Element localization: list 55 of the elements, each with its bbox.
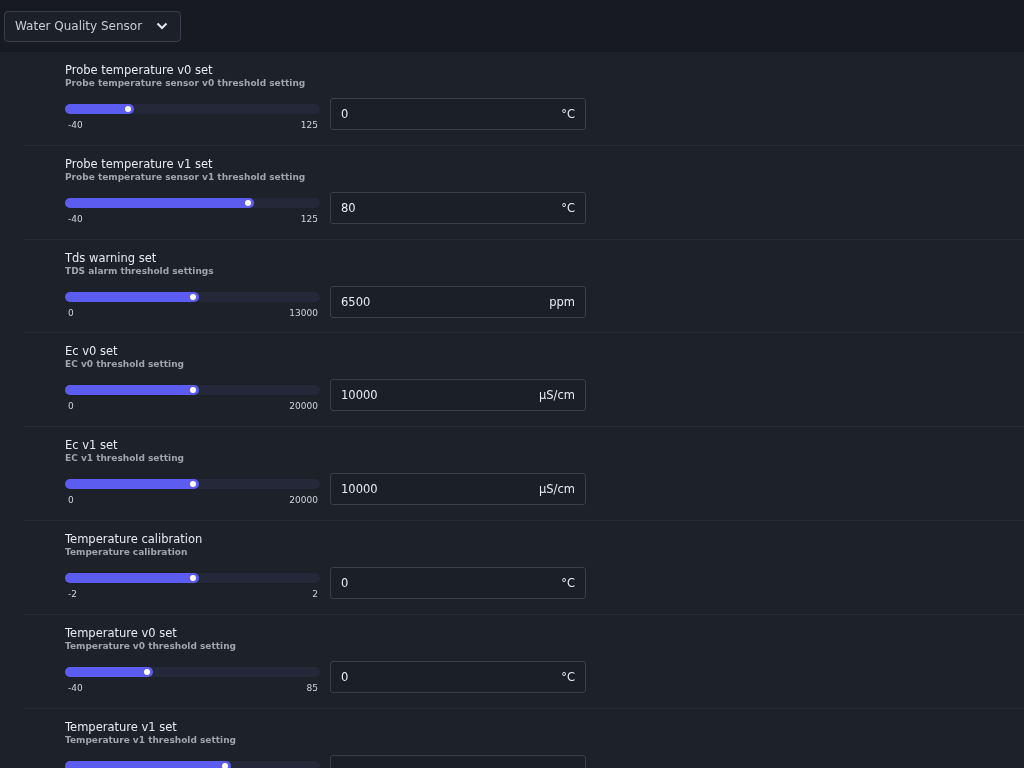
slider-fill[interactable] [65,104,134,114]
slider-track[interactable] [65,291,320,302]
setting-description: EC v0 threshold setting [65,358,184,371]
slider-fill[interactable] [65,385,199,396]
setting-title: Temperature v1 set [65,719,177,734]
setting-title: Temperature v0 set [65,625,177,640]
chevron-down-icon [156,22,169,30]
slider-fill[interactable] [65,479,199,490]
slider-track[interactable] [65,760,320,768]
setting-title: Tds warning set [65,250,157,265]
setting-description: Probe temperature sensor v1 threshold setting [65,171,306,183]
setting-description: Probe temperature sensor v0 threshold setting [65,77,306,89]
setting-title: Ec v1 set [65,438,118,453]
min-label: -2 [68,589,77,599]
device-dropdown[interactable]: Water Quality Sensor [4,10,182,42]
slider-track[interactable] [65,666,320,677]
slider-fill[interactable] [65,666,153,677]
slider-track[interactable] [65,479,320,490]
max-label: 13000 [289,307,318,318]
slider-track[interactable] [65,104,320,114]
value-field[interactable]: 0 °C [330,98,586,130]
setting-title: Probe temperature v1 set [65,156,213,171]
slider-fill[interactable] [65,760,231,768]
slider-track[interactable] [65,385,320,396]
slider-fill[interactable] [65,197,254,208]
max-label: 20000 [289,495,318,506]
setting-description: Temperature v0 threshold setting [65,640,236,652]
setting-title: Ec v0 set [65,344,118,359]
value-field[interactable]: 10000 µS/cm [330,473,586,506]
setting-description: EC v1 threshold setting [65,452,184,465]
min-label: -40 [68,682,83,693]
min-label: 0 [68,401,74,412]
value-field[interactable]: 6500 ppm [330,285,586,318]
setting-description: Temperature calibration [65,546,188,558]
min-label: -40 [68,120,83,130]
value-field[interactable]: 80 °C [330,191,586,224]
min-label: -40 [68,213,83,224]
value-field[interactable]: 0 °C [330,660,586,693]
setting-description: TDS alarm threshold settings [65,265,214,277]
max-label: 125 [300,120,318,130]
max-label: 125 [300,213,318,224]
max-label: 20000 [289,401,318,412]
value-field[interactable]: 10000 µS/cm [330,379,586,412]
slider-fill[interactable] [65,291,199,302]
setting-title: Temperature calibration [65,532,203,546]
slider-fill[interactable] [65,573,199,583]
value-field[interactable]: 0 °C [330,567,586,599]
setting-description: Temperature v1 threshold setting [65,734,236,746]
min-label: 0 [68,495,74,506]
min-label: 0 [68,307,74,318]
slider-track[interactable] [65,573,320,583]
setting-title: Probe temperature v0 set [65,63,213,77]
slider-track[interactable] [65,197,320,208]
max-label: 2 [312,589,318,599]
max-label: 85 [306,682,318,693]
